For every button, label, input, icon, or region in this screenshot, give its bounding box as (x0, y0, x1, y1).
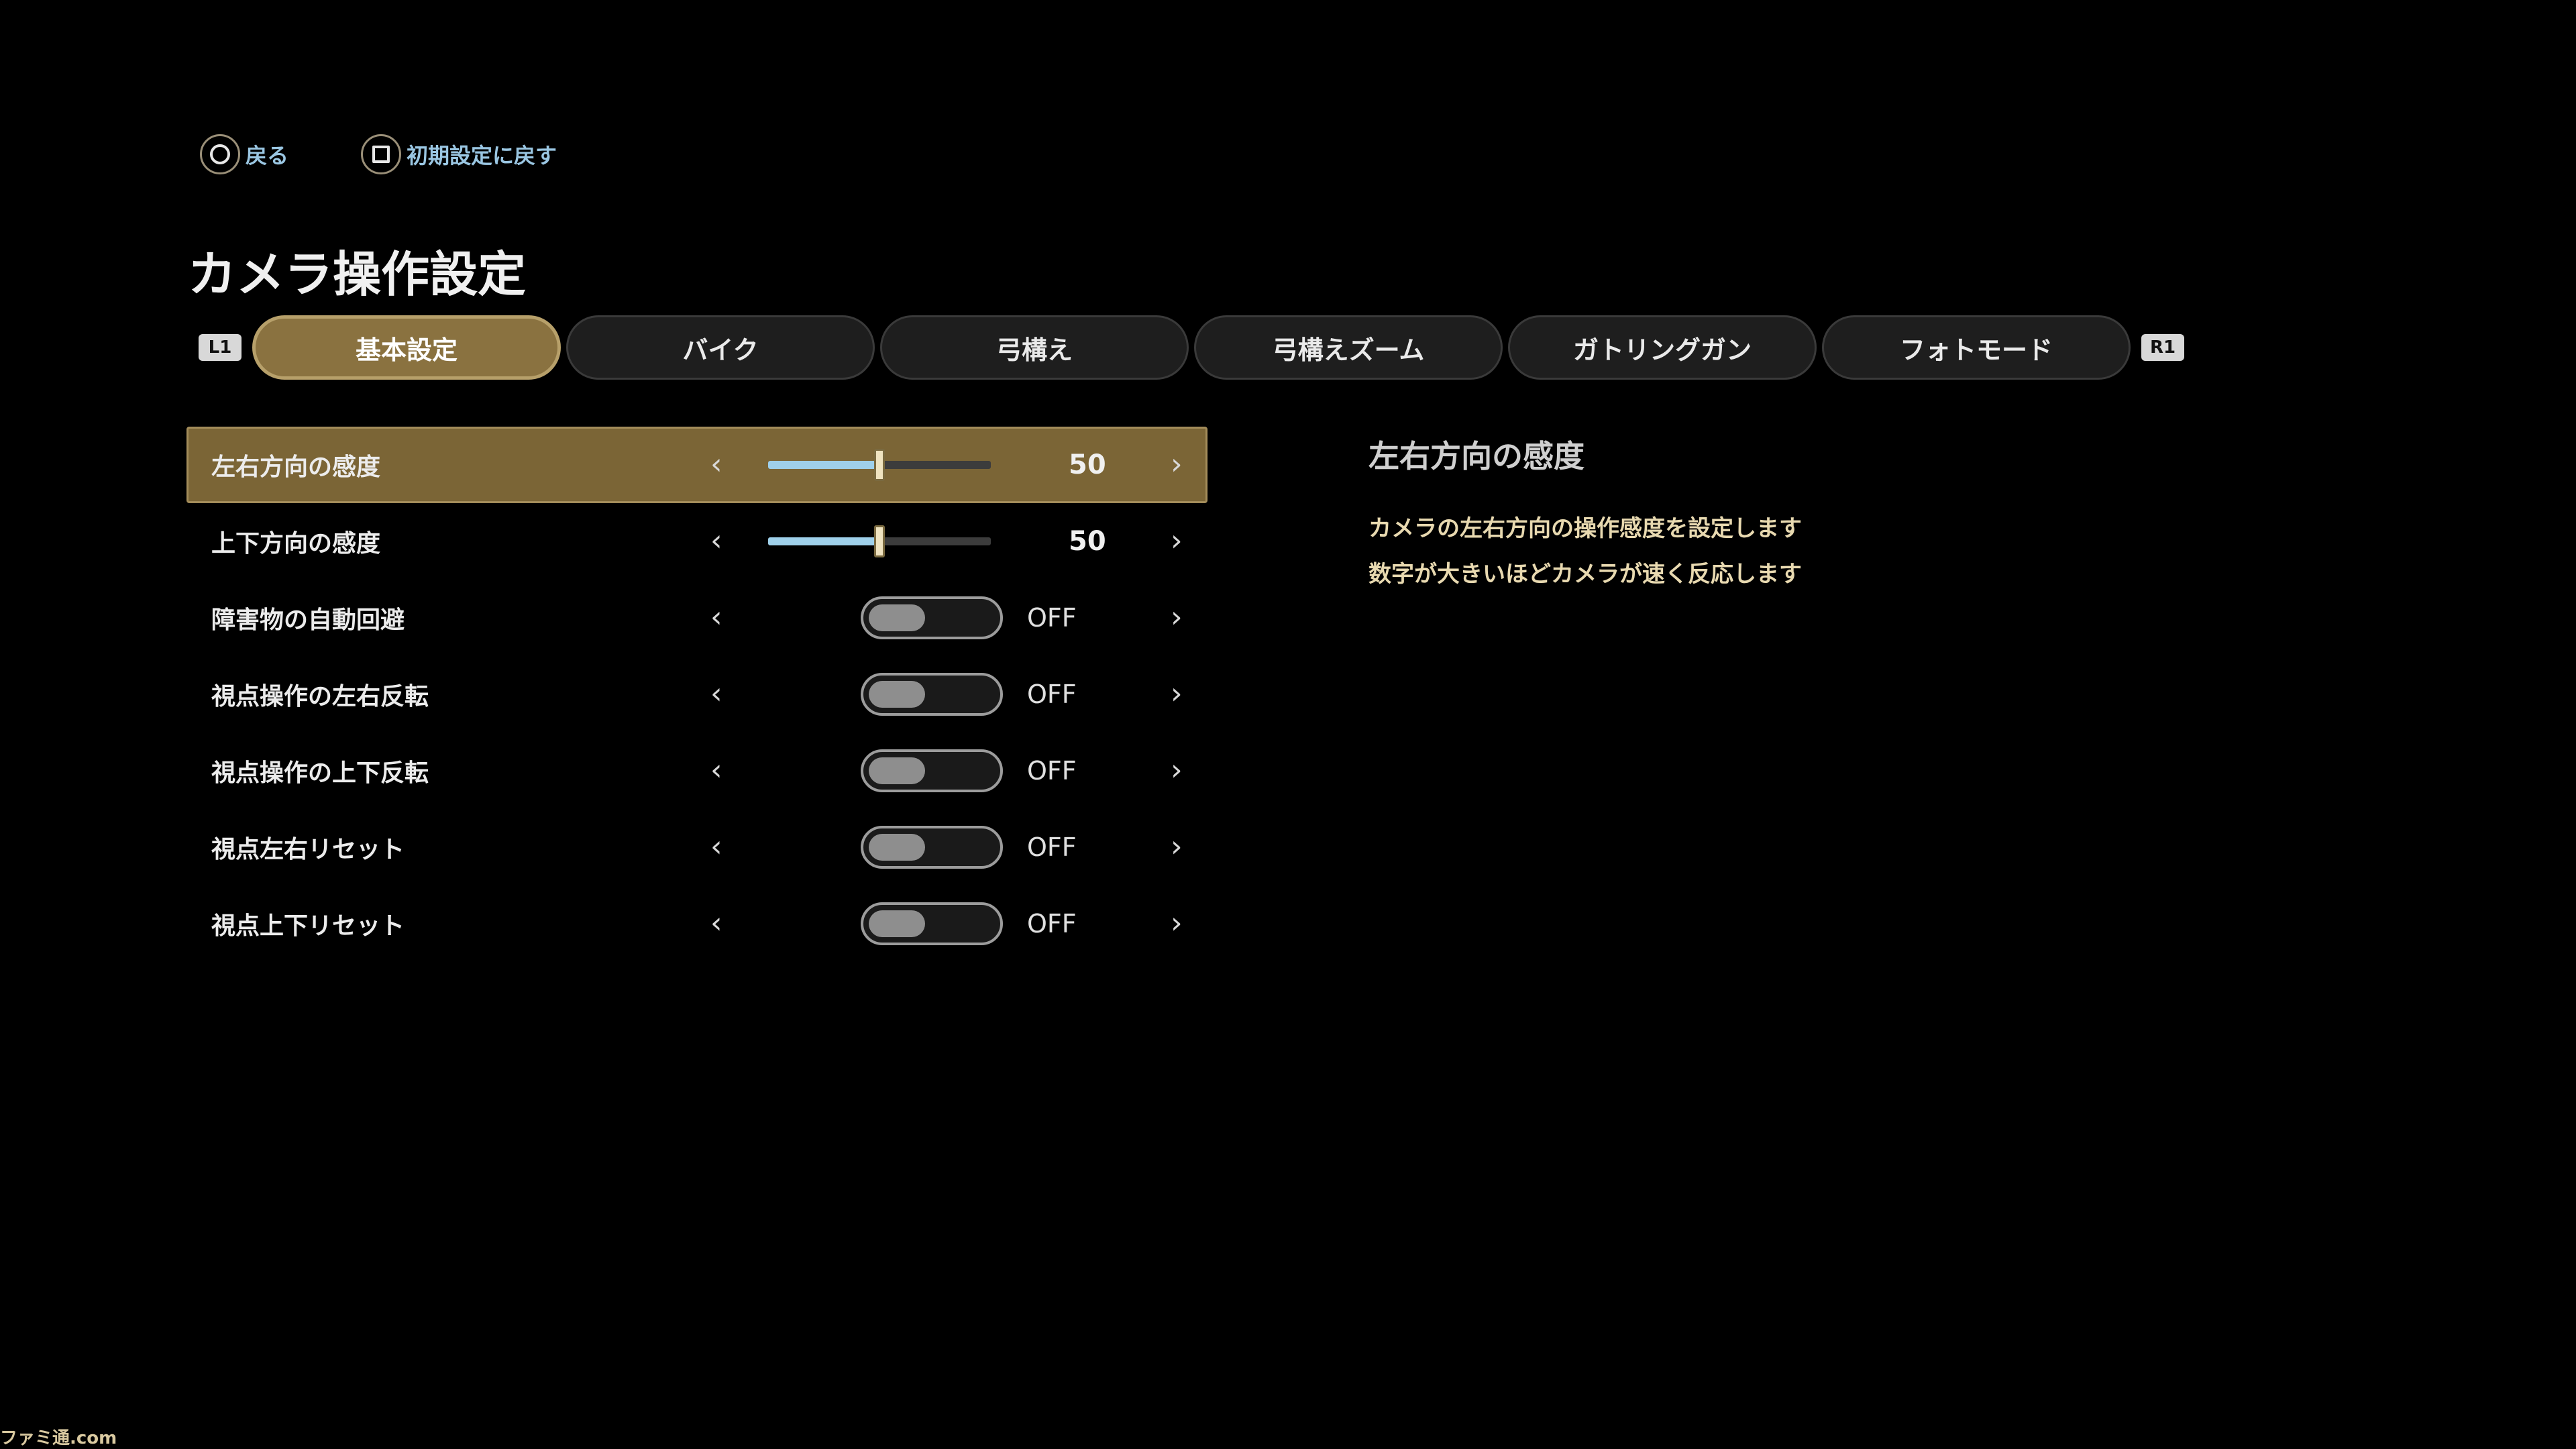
setting-row-horizontal-sensitivity[interactable]: 左右方向の感度 ‹ 50 › (186, 427, 1208, 503)
setting-row-vertical-sensitivity[interactable]: 上下方向の感度 ‹ 50 › (186, 503, 1208, 580)
slider-handle[interactable] (874, 449, 885, 481)
toggle-knob (869, 604, 925, 631)
setting-label: 障害物の自動回避 (211, 606, 405, 634)
setting-label: 視点操作の左右反転 (211, 683, 429, 710)
toggle-knob (869, 910, 925, 937)
back-hint[interactable]: 戻る (200, 134, 288, 174)
setting-value: 50 (1069, 526, 1106, 557)
slider-fill (768, 537, 879, 545)
chevron-left-icon[interactable]: ‹ (710, 829, 722, 863)
reset-defaults-hint[interactable]: 初期設定に戻す (361, 134, 557, 174)
tab-bow-aim[interactable]: 弓構え (880, 315, 1189, 380)
chevron-left-icon[interactable]: ‹ (710, 906, 722, 940)
tab-basic-settings[interactable]: 基本設定 (252, 315, 561, 380)
description-line: 数字が大きいほどカメラが速く反応します (1368, 561, 1802, 588)
chevron-left-icon[interactable]: ‹ (710, 753, 722, 787)
toggle-switch[interactable] (861, 902, 1003, 945)
reset-defaults-label: 初期設定に戻す (407, 143, 557, 168)
toggle-state: OFF (1027, 756, 1077, 786)
chevron-left-icon[interactable]: ‹ (710, 676, 722, 710)
tab-gatling-gun[interactable]: ガトリングガン (1508, 315, 1817, 380)
vertical-sensitivity-slider[interactable] (768, 525, 991, 557)
setting-label: 上下方向の感度 (211, 530, 381, 557)
description-line: カメラの左右方向の操作感度を設定します (1368, 515, 1802, 542)
chevron-right-icon[interactable]: › (1171, 523, 1183, 557)
chevron-right-icon[interactable]: › (1171, 600, 1183, 634)
chevron-right-icon[interactable]: › (1171, 906, 1183, 940)
square-button-icon (361, 134, 402, 174)
circle-button-icon (200, 134, 240, 174)
toggle-state: OFF (1027, 833, 1077, 862)
toggle-state: OFF (1027, 680, 1077, 709)
slider-fill (768, 461, 879, 469)
chevron-right-icon[interactable]: › (1171, 753, 1183, 787)
setting-row-horizontal-reset[interactable]: 視点左右リセット ‹ OFF › (186, 809, 1208, 885)
setting-label: 視点上下リセット (211, 912, 405, 940)
toggle-knob (869, 681, 925, 708)
toggle-knob (869, 757, 925, 784)
tab-bike[interactable]: バイク (566, 315, 875, 380)
setting-row-auto-obstacle-avoidance[interactable]: 障害物の自動回避 ‹ OFF › (186, 580, 1208, 656)
setting-value: 50 (1069, 449, 1106, 480)
setting-row-invert-horizontal[interactable]: 視点操作の左右反転 ‹ OFF › (186, 656, 1208, 733)
tab-photo-mode[interactable]: フォトモード (1822, 315, 2131, 380)
setting-label: 左右方向の感度 (211, 453, 381, 481)
description-title: 左右方向の感度 (1368, 438, 1585, 474)
horizontal-sensitivity-slider[interactable] (768, 449, 991, 481)
settings-list: 左右方向の感度 ‹ 50 › 上下方向の感度 ‹ 50 › 障害物の自動回避 ‹… (186, 427, 1208, 962)
toggle-switch[interactable] (861, 673, 1003, 716)
setting-label: 視点操作の上下反転 (211, 759, 429, 787)
l1-button-icon[interactable]: L1 (199, 334, 241, 361)
description-panel: 左右方向の感度 カメラの左右方向の操作感度を設定します 数字が大きいほどカメラが… (1368, 432, 2308, 597)
watermark-logo: ファミ通.com (0, 1428, 117, 1448)
camera-settings-screen: 戻る 初期設定に戻す カメラ操作設定 L1 基本設定 バイク 弓構え 弓構えズー… (0, 0, 2576, 1449)
chevron-left-icon[interactable]: ‹ (710, 523, 722, 557)
toggle-switch[interactable] (861, 596, 1003, 639)
toggle-state: OFF (1027, 603, 1077, 633)
slider-handle[interactable] (874, 525, 885, 557)
setting-label: 視点左右リセット (211, 836, 405, 863)
chevron-right-icon[interactable]: › (1171, 447, 1183, 481)
toggle-switch[interactable] (861, 826, 1003, 869)
button-hints: 戻る 初期設定に戻す (200, 134, 557, 174)
setting-row-invert-vertical[interactable]: 視点操作の上下反転 ‹ OFF › (186, 733, 1208, 809)
r1-button-icon[interactable]: R1 (2141, 334, 2184, 361)
tab-bow-aim-zoom[interactable]: 弓構えズーム (1194, 315, 1503, 380)
page-title: カメラ操作設定 (188, 246, 527, 303)
chevron-left-icon[interactable]: ‹ (710, 600, 722, 634)
setting-row-vertical-reset[interactable]: 視点上下リセット ‹ OFF › (186, 885, 1208, 962)
chevron-right-icon[interactable]: › (1171, 676, 1183, 710)
toggle-state: OFF (1027, 909, 1077, 938)
category-tabs: L1 基本設定 バイク 弓構え 弓構えズーム ガトリングガン フォトモード R1 (199, 315, 2184, 380)
chevron-right-icon[interactable]: › (1171, 829, 1183, 863)
toggle-knob (869, 834, 925, 861)
toggle-switch[interactable] (861, 749, 1003, 792)
chevron-left-icon[interactable]: ‹ (710, 447, 722, 481)
back-label: 戻る (246, 143, 289, 168)
